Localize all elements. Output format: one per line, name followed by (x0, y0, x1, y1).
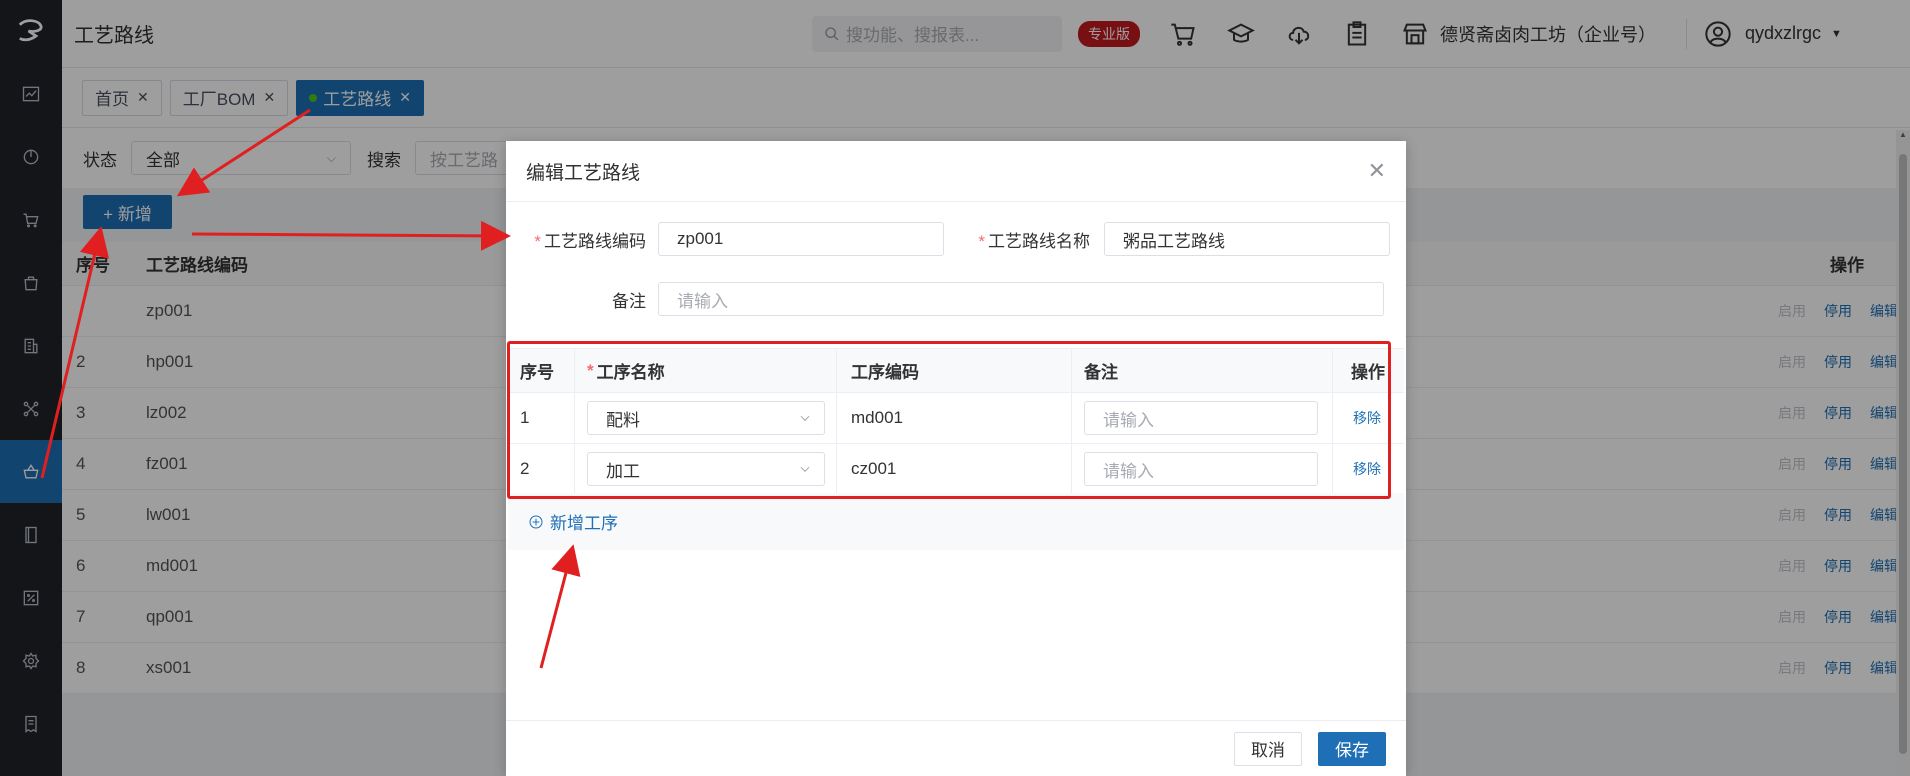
remark-row: 备注 请输入 (526, 282, 1384, 316)
process-name-value: 配料 (606, 410, 640, 430)
process-row: 2 加工 cz001 请输入 移除 (508, 444, 1404, 495)
process-name-value: 加工 (606, 461, 640, 481)
add-process-label: 新增工序 (550, 514, 618, 533)
route-name-row: * 工艺路线名称 粥品工艺路线 (964, 222, 1390, 256)
route-code-label-wrap: * 工艺路线编码 (526, 227, 646, 252)
add-process-button[interactable]: 新增工序 (508, 493, 1404, 550)
process-note-input[interactable]: 请输入 (1084, 401, 1318, 435)
required-mark: * (978, 231, 985, 251)
col-index-header: 序号 (508, 349, 575, 392)
col-ops-header: 操作 (1351, 363, 1385, 382)
process-table: 序号 * 工序名称 工序编码 备注 操作 1 配料 md001 请输入 移除 2 … (508, 348, 1404, 495)
route-code-label: 工艺路线编码 (544, 231, 646, 251)
close-icon[interactable]: ✕ (1368, 158, 1386, 184)
process-name-select[interactable]: 加工 (587, 452, 825, 486)
dialog-title: 编辑工艺路线 (526, 162, 641, 184)
col-name-header: * 工序名称 (575, 349, 837, 392)
process-row: 1 配料 md001 请输入 移除 (508, 393, 1404, 444)
remove-link[interactable]: 移除 (1353, 459, 1381, 479)
col-code-header: 工序编码 (837, 349, 1072, 392)
edit-route-dialog: 编辑工艺路线 ✕ * 工艺路线编码 zp001 * 工艺路线名称 粥品工艺路线 备注… (506, 141, 1406, 776)
save-button[interactable]: 保存 (1318, 731, 1386, 766)
dialog-footer: 取消 保存 (506, 720, 1406, 776)
process-index: 2 (508, 444, 575, 494)
remove-link[interactable]: 移除 (1353, 408, 1381, 428)
required-mark: * (587, 360, 594, 380)
route-name-label: 工艺路线名称 (988, 231, 1090, 251)
plus-circle-icon (529, 515, 543, 528)
dialog-header: 编辑工艺路线 ✕ (506, 141, 1406, 202)
route-code-input[interactable]: zp001 (658, 222, 944, 256)
route-code-row: * 工艺路线编码 zp001 (526, 222, 944, 256)
remark-input[interactable]: 请输入 (658, 282, 1384, 316)
process-code: cz001 (837, 444, 1072, 494)
route-name-label-wrap: * 工艺路线名称 (964, 227, 1090, 252)
col-note-header: 备注 (1072, 349, 1333, 392)
remark-label: 备注 (612, 291, 646, 311)
col-name-header-label: 工序名称 (596, 363, 665, 382)
process-table-header: 序号 * 工序名称 工序编码 备注 操作 (508, 348, 1404, 393)
process-name-select[interactable]: 配料 (587, 401, 825, 435)
process-note-input[interactable]: 请输入 (1084, 452, 1318, 486)
cancel-button[interactable]: 取消 (1234, 731, 1302, 766)
process-index: 1 (508, 393, 575, 443)
process-code: md001 (837, 393, 1072, 443)
chevron-down-icon (800, 466, 810, 472)
chevron-down-icon (800, 415, 810, 421)
required-mark: * (534, 231, 541, 251)
route-name-input[interactable]: 粥品工艺路线 (1104, 222, 1390, 256)
